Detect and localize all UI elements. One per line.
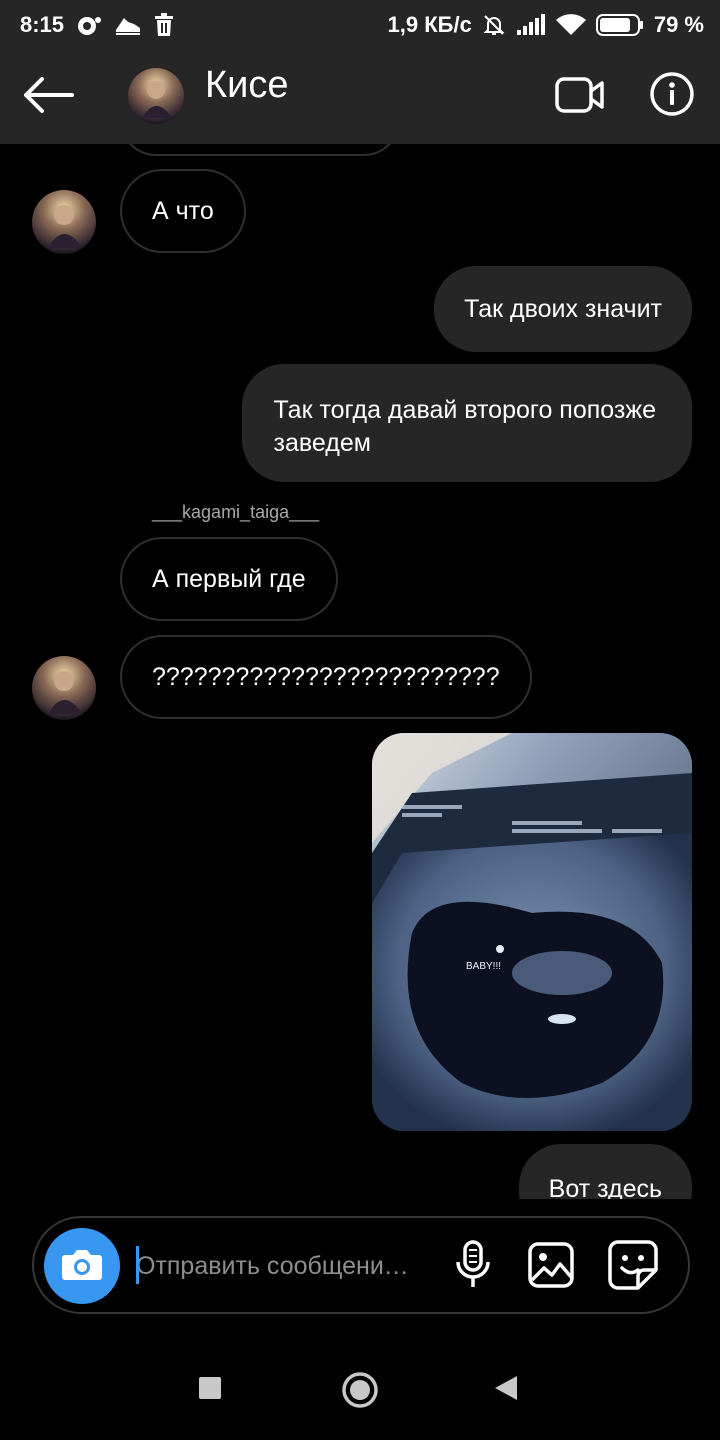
recents-button[interactable] (190, 1370, 230, 1410)
camera-icon (61, 1247, 103, 1286)
message-composer (32, 1216, 690, 1314)
message-text: А первый где (152, 564, 306, 593)
trash-notification-icon (154, 13, 174, 37)
message-bubble-outgoing[interactable]: Так тогда давай второго попозже заведем (241, 364, 692, 482)
message-text-line: заведем (273, 429, 371, 457)
status-time: 8:15 (20, 12, 65, 37)
battery-level: 79 % (653, 12, 704, 37)
camera-notification-icon (76, 14, 102, 36)
signal-icon (516, 14, 546, 36)
photo-message[interactable]: BABY!!! (372, 733, 692, 1131)
wifi-icon (555, 14, 586, 36)
message-bubble-outgoing[interactable]: Вот здесь (518, 1144, 692, 1200)
back-button[interactable] (20, 72, 76, 122)
video-call-icon (555, 75, 605, 120)
home-button[interactable] (338, 1370, 382, 1414)
status-bar: 8:15 1,9 КБ/с 79 % (0, 0, 720, 50)
info-button[interactable] (646, 70, 698, 122)
system-nav-bar (0, 1340, 720, 1440)
photo-caption: BABY!!! (466, 961, 501, 972)
nav-back-button[interactable] (486, 1370, 526, 1410)
battery-icon (595, 13, 644, 37)
text-caret (136, 1246, 139, 1284)
home-circle-icon (341, 1371, 379, 1414)
gallery-icon (528, 1241, 574, 1293)
message-text-line: Так тогда давай второго попозже (273, 396, 656, 424)
avatar[interactable] (128, 68, 184, 124)
message-bubble-incoming[interactable]: А первый где (120, 537, 338, 621)
back-arrow-icon (22, 75, 74, 120)
message-text: Так двоих значит (464, 294, 662, 323)
chat-header: Кисе (0, 50, 720, 144)
info-icon (649, 71, 695, 122)
message-text: ????????????????????????? (152, 662, 500, 691)
message-bubble-incoming[interactable]: ????????????????????????? (120, 635, 532, 719)
gallery-button[interactable] (526, 1241, 576, 1293)
message-text: А что (152, 196, 214, 225)
sender-name: ___kagami_taiga___ (152, 502, 320, 522)
sender-avatar[interactable] (32, 190, 96, 254)
sticker-button[interactable] (606, 1239, 660, 1295)
network-speed: 1,9 КБ/с (387, 12, 472, 37)
message-bubble-outgoing[interactable]: Так двоих значит (434, 266, 692, 352)
video-call-button[interactable] (552, 72, 608, 122)
message-text: Вот здесь (548, 1174, 662, 1200)
voice-message-button[interactable] (452, 1239, 494, 1295)
sticker-icon (608, 1239, 658, 1295)
camera-button[interactable] (44, 1228, 120, 1304)
chat-title[interactable]: Кисе (205, 64, 289, 107)
message-input[interactable] (136, 1240, 436, 1292)
shoe-notification-icon (114, 14, 142, 36)
mute-icon (482, 13, 506, 37)
back-triangle-icon (493, 1374, 519, 1407)
microphone-icon (455, 1239, 491, 1295)
message-thread[interactable]: А что Так двоих значит Так тогда давай в… (0, 144, 720, 1199)
message-bubble-incoming[interactable]: А что (120, 169, 246, 253)
recents-square-icon (198, 1376, 222, 1405)
message-bubble-partial[interactable] (120, 144, 400, 156)
sender-avatar[interactable] (32, 656, 96, 720)
